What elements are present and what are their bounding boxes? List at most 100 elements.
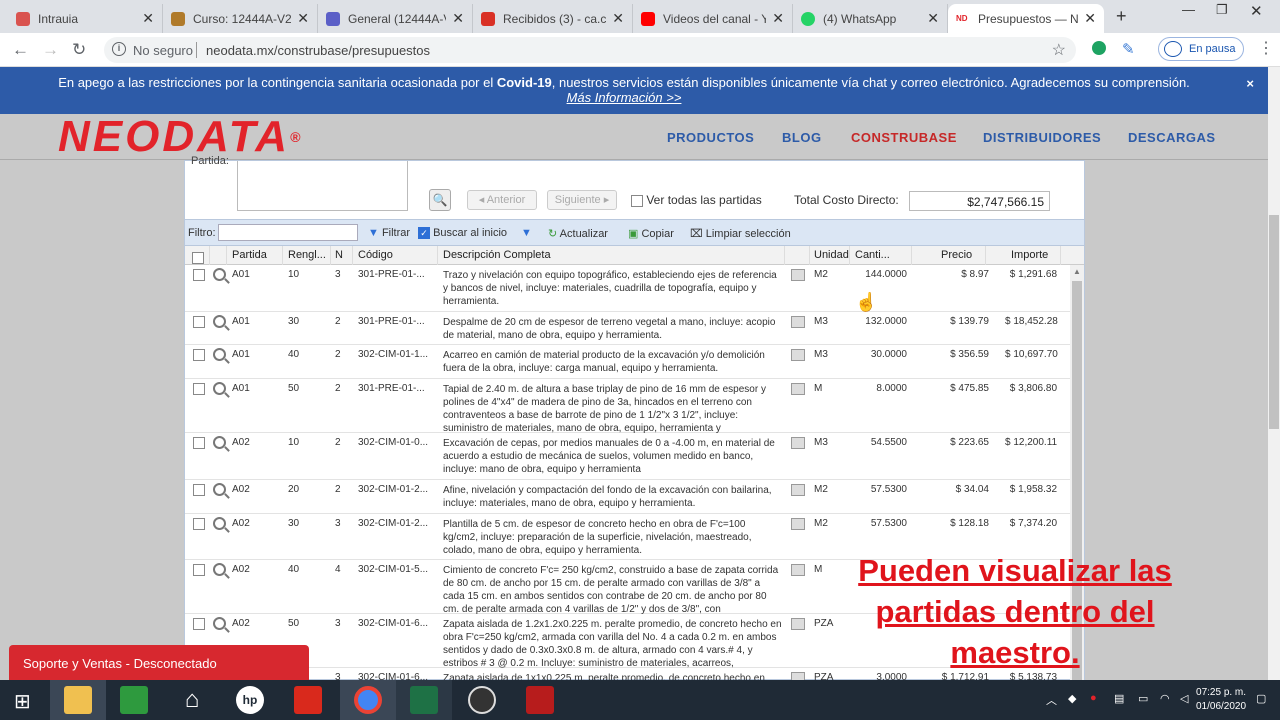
close-tab-icon[interactable]: ✕ xyxy=(927,10,939,27)
col-n[interactable]: N xyxy=(335,249,343,261)
url-text[interactable]: neodata.mx/construbase/presupuestos xyxy=(206,43,430,58)
tab-curso[interactable]: Curso: 12444A-V20 ✕ xyxy=(163,4,318,33)
magnifier-icon[interactable] xyxy=(213,483,226,496)
col-partida[interactable]: Partida xyxy=(232,249,267,261)
battery-icon[interactable]: ▭ xyxy=(1138,692,1148,705)
notifications-icon[interactable]: ▢ xyxy=(1256,692,1266,705)
col-unidad[interactable]: Unidad xyxy=(814,249,849,261)
table-row[interactable]: A01 50 2 301-PRE-01-... M 8.0000 $ 475.85 $ 3,8… xyxy=(185,379,1070,433)
bookmark-star-icon[interactable]: ☆ xyxy=(1052,40,1066,60)
buscar-inicio-checkbox[interactable]: ✓ Buscar al inicio xyxy=(418,227,507,240)
page-scroll-thumb[interactable] xyxy=(1269,215,1279,429)
col-precio[interactable]: Precio xyxy=(941,249,972,261)
table-row[interactable]: A01 10 3 301-PRE-01-... M2 144.0000 $ 8.97 $ 1,… xyxy=(185,265,1070,312)
table-row[interactable]: A01 30 2 301-PRE-01-... M3 132.0000 $ 139.79 $ … xyxy=(185,312,1070,345)
reload-icon[interactable]: ↻ xyxy=(72,40,86,60)
checkbox[interactable]: ✓ xyxy=(418,227,430,240)
close-tab-icon[interactable]: ✕ xyxy=(612,10,624,27)
home-icon[interactable]: ⌂ xyxy=(178,686,206,714)
obs-icon[interactable] xyxy=(468,686,496,714)
file-explorer-icon[interactable] xyxy=(64,686,92,714)
col-renglon[interactable]: Rengl... xyxy=(288,249,326,261)
edit-note-icon[interactable] xyxy=(791,518,805,530)
partida-textarea[interactable] xyxy=(237,161,408,211)
magnifier-icon[interactable] xyxy=(213,517,226,530)
tray-chevron-icon[interactable]: ︿ xyxy=(1046,692,1057,708)
neodata-tray-icon[interactable]: ● xyxy=(1090,692,1097,704)
nav-construbase[interactable]: CONSTRUBASE xyxy=(851,130,957,145)
nav-blog[interactable]: BLOG xyxy=(782,130,822,145)
wifi-icon[interactable]: ◠ xyxy=(1160,692,1170,705)
neodata-logo[interactable]: NEODATA® xyxy=(58,115,303,159)
tab-youtube[interactable]: Videos del canal - Y ✕ xyxy=(633,4,793,33)
new-tab-button[interactable]: + xyxy=(1116,6,1127,27)
search-button[interactable]: 🔍 xyxy=(429,189,451,211)
col-descripcion[interactable]: Descripción Completa xyxy=(443,249,551,261)
profile-button[interactable]: En pausa xyxy=(1158,37,1244,61)
edit-note-icon[interactable] xyxy=(791,316,805,328)
row-checkbox[interactable] xyxy=(193,518,205,530)
info-icon[interactable]: i xyxy=(112,42,126,56)
extension-pen-icon[interactable]: ✎ xyxy=(1122,40,1135,58)
next-button[interactable]: Siguiente ▸ xyxy=(547,190,617,210)
tab-whatsapp[interactable]: (4) WhatsApp ✕ xyxy=(793,4,948,33)
magnifier-icon[interactable] xyxy=(213,348,226,361)
app-icon[interactable] xyxy=(526,686,554,714)
col-importe[interactable]: Importe xyxy=(1011,249,1048,261)
maximize-button[interactable]: ❐ xyxy=(1216,2,1228,18)
tab-gmail[interactable]: Recibidos (3) - ca.c ✕ xyxy=(473,4,633,33)
menu-kebab-icon[interactable]: ⋮ xyxy=(1258,38,1274,58)
close-tab-icon[interactable]: ✕ xyxy=(297,10,309,27)
edit-note-icon[interactable] xyxy=(791,269,805,281)
url-box[interactable]: i No seguro neodata.mx/construbase/presu… xyxy=(104,37,1076,63)
forward-arrow-icon[interactable]: → xyxy=(42,40,59,60)
close-tab-icon[interactable]: ✕ xyxy=(772,10,784,27)
close-window-button[interactable]: ✕ xyxy=(1250,2,1263,20)
magnifier-icon[interactable] xyxy=(213,268,226,281)
filter-button[interactable]: ▼ Filtrar xyxy=(368,227,410,239)
edit-note-icon[interactable] xyxy=(791,383,805,395)
table-row[interactable]: A02 20 2 302-CIM-01-2... M2 57.5300 $ 34.04 $ 1… xyxy=(185,480,1070,514)
extension-icon[interactable] xyxy=(1092,41,1106,55)
minimize-button[interactable]: — xyxy=(1182,2,1195,17)
close-tab-icon[interactable]: ✕ xyxy=(142,10,154,27)
edit-note-icon[interactable] xyxy=(791,484,805,496)
back-arrow-icon[interactable]: ← xyxy=(12,40,29,60)
row-checkbox[interactable] xyxy=(193,564,205,576)
row-checkbox[interactable] xyxy=(193,383,205,395)
magnifier-icon[interactable] xyxy=(213,382,226,395)
clock[interactable]: 07:25 p. m. 01/06/2020 xyxy=(1196,686,1246,714)
windows-start-icon[interactable]: ⊞ xyxy=(14,689,31,714)
row-checkbox[interactable] xyxy=(193,316,205,328)
magnifier-icon[interactable] xyxy=(213,563,226,576)
close-tab-icon[interactable]: ✕ xyxy=(452,10,464,27)
support-chat-tab[interactable]: Soporte y Ventas - Desconectado xyxy=(9,645,309,682)
excel-icon[interactable] xyxy=(410,686,438,714)
volume-icon[interactable]: ◁ xyxy=(1180,692,1188,705)
pdf-tray-icon[interactable]: ▤ xyxy=(1114,692,1124,705)
nav-descargas[interactable]: DESCARGAS xyxy=(1128,130,1216,145)
filter-input[interactable] xyxy=(218,224,358,241)
magnifier-icon[interactable] xyxy=(213,436,226,449)
row-checkbox[interactable] xyxy=(193,349,205,361)
clear-selection-button[interactable]: ⌧ Limpiar selección xyxy=(690,227,791,240)
edit-note-icon[interactable] xyxy=(791,437,805,449)
col-codigo[interactable]: Código xyxy=(358,249,393,261)
row-checkbox[interactable] xyxy=(193,618,205,630)
checkbox[interactable] xyxy=(631,194,643,207)
copy-button[interactable]: ▣ Copiar xyxy=(628,227,674,240)
magnifier-icon[interactable] xyxy=(213,617,226,630)
edit-note-icon[interactable] xyxy=(791,349,805,361)
col-cantidad[interactable]: Canti... xyxy=(855,249,890,261)
nav-productos[interactable]: PRODUCTOS xyxy=(667,130,754,145)
row-checkbox[interactable] xyxy=(193,484,205,496)
tab-presupuestos[interactable]: ND Presupuestos — Ne ✕ xyxy=(948,4,1104,33)
ver-todas-checkbox[interactable]: Ver todas las partidas xyxy=(631,193,762,207)
prev-button[interactable]: ◂ Anterior xyxy=(467,190,537,210)
banner-close-button[interactable]: × xyxy=(1246,76,1254,91)
row-checkbox[interactable] xyxy=(193,269,205,281)
pdf-icon[interactable] xyxy=(294,686,322,714)
hp-icon[interactable]: hp xyxy=(236,686,264,714)
close-tab-icon[interactable]: ✕ xyxy=(1084,10,1096,27)
tab-intrauia[interactable]: Intrauia ✕ xyxy=(8,4,163,33)
